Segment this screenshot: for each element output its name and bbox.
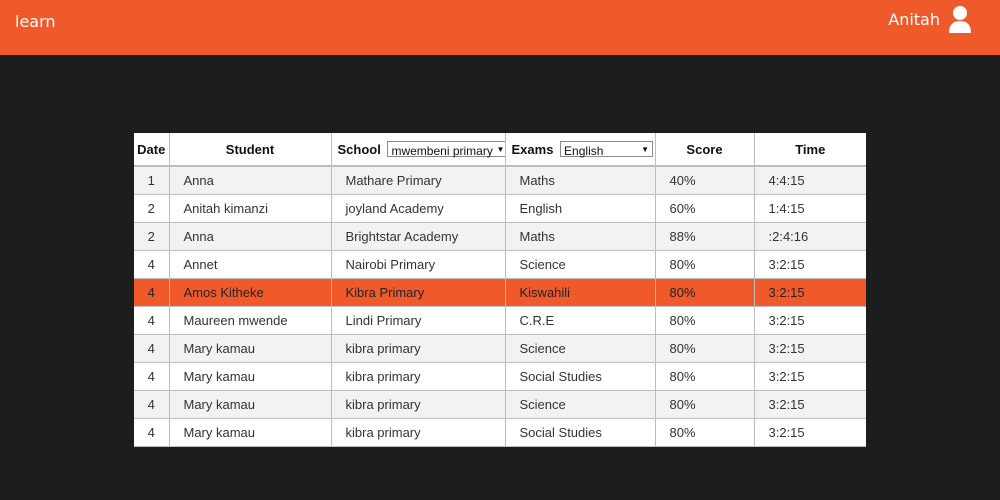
cell-score: 80% xyxy=(655,278,755,307)
cell-score: 80% xyxy=(655,250,755,279)
cell-score: 80% xyxy=(655,362,755,391)
cell-exam: Science xyxy=(505,250,656,279)
exams-column-header: Exams English ▼ xyxy=(505,133,656,167)
school-header-label: School xyxy=(337,141,381,157)
cell-time: 3:2:15 xyxy=(754,278,866,307)
cell-exam: Maths xyxy=(505,166,656,195)
cell-score: 80% xyxy=(655,418,755,447)
cell-student: Anna xyxy=(169,222,332,251)
top-navbar: learn Anitah xyxy=(0,0,1000,55)
cell-exam: Social Studies xyxy=(505,418,656,447)
cell-exam: Kiswahili xyxy=(505,278,656,307)
cell-date: 4 xyxy=(134,390,170,419)
cell-school: Nairobi Primary xyxy=(331,250,506,279)
cell-school: kibra primary xyxy=(331,390,506,419)
school-column-header: School mwembeni primary ▼ xyxy=(331,133,506,167)
cell-school: Mathare Primary xyxy=(331,166,506,195)
cell-time: 3:2:15 xyxy=(754,334,866,363)
cell-student: Anna xyxy=(169,166,332,195)
cell-school: Lindi Primary xyxy=(331,306,506,335)
cell-student: Mary kamau xyxy=(169,418,332,447)
school-filter-select[interactable]: mwembeni primary ▼ xyxy=(387,141,505,159)
results-table-container: Date Student School mwembeni primary ▼ E… xyxy=(134,133,866,447)
cell-date: 4 xyxy=(134,250,170,279)
cell-exam: Maths xyxy=(505,222,656,251)
exams-filter-select[interactable]: English ▼ xyxy=(560,141,654,159)
results-table: Date Student School mwembeni primary ▼ E… xyxy=(134,133,866,447)
cell-date: 2 xyxy=(134,222,170,251)
table-row[interactable]: 2 Anitah kimanzi joyland Academy English… xyxy=(134,194,866,223)
user-menu[interactable]: Anitah xyxy=(888,5,972,33)
cell-date: 4 xyxy=(134,418,170,447)
school-filter-value: mwembeni primary xyxy=(391,144,493,159)
cell-time: 1:4:15 xyxy=(754,194,866,223)
cell-exam: English xyxy=(505,194,656,223)
cell-score: 40% xyxy=(655,166,755,195)
table-row[interactable]: 4 Mary kamau kibra primary Science 80% 3… xyxy=(134,334,866,363)
user-icon[interactable] xyxy=(948,5,972,33)
cell-student: Mary kamau xyxy=(169,334,332,363)
table-row[interactable]: 2 Anna Brightstar Academy Maths 88% :2:4… xyxy=(134,222,866,251)
cell-date: 4 xyxy=(134,362,170,391)
table-row[interactable]: 4 Mary kamau kibra primary Social Studie… xyxy=(134,418,866,447)
table-row[interactable]: 4 Maureen mwende Lindi Primary C.R.E 80%… xyxy=(134,306,866,335)
cell-exam: Science xyxy=(505,334,656,363)
time-column-header: Time xyxy=(754,133,866,167)
cell-time: 3:2:15 xyxy=(754,362,866,391)
cell-school: Brightstar Academy xyxy=(331,222,506,251)
brand-logo[interactable]: learn xyxy=(15,12,56,31)
cell-score: 80% xyxy=(655,334,755,363)
table-row[interactable]: 4 Annet Nairobi Primary Science 80% 3:2:… xyxy=(134,250,866,279)
cell-date: 4 xyxy=(134,306,170,335)
cell-score: 80% xyxy=(655,390,755,419)
dropdown-arrow-icon: ▼ xyxy=(641,145,650,155)
cell-time: 3:2:15 xyxy=(754,390,866,419)
cell-date: 4 xyxy=(134,278,170,307)
cell-score: 88% xyxy=(655,222,755,251)
table-header-row: Date Student School mwembeni primary ▼ E… xyxy=(134,133,866,167)
cell-student: Mary kamau xyxy=(169,390,332,419)
cell-student: Mary kamau xyxy=(169,362,332,391)
user-name[interactable]: Anitah xyxy=(888,10,940,29)
table-row[interactable]: 4 Mary kamau kibra primary Science 80% 3… xyxy=(134,390,866,419)
cell-student: Amos Kitheke xyxy=(169,278,332,307)
exams-filter-value: English xyxy=(564,144,604,159)
cell-time: 4:4:15 xyxy=(754,166,866,195)
cell-time: 3:2:15 xyxy=(754,306,866,335)
cell-exam: Science xyxy=(505,390,656,419)
cell-student: Maureen mwende xyxy=(169,306,332,335)
cell-exam: Social Studies xyxy=(505,362,656,391)
table-row[interactable]: 1 Anna Mathare Primary Maths 40% 4:4:15 xyxy=(134,166,866,195)
student-column-header: Student xyxy=(169,133,332,167)
cell-school: Kibra Primary xyxy=(331,278,506,307)
score-column-header: Score xyxy=(655,133,755,167)
date-column-header: Date xyxy=(134,133,170,167)
cell-school: kibra primary xyxy=(331,362,506,391)
cell-time: :2:4:16 xyxy=(754,222,866,251)
cell-score: 80% xyxy=(655,306,755,335)
cell-exam: C.R.E xyxy=(505,306,656,335)
cell-school: kibra primary xyxy=(331,418,506,447)
cell-time: 3:2:15 xyxy=(754,250,866,279)
cell-date: 4 xyxy=(134,334,170,363)
table-row[interactable]: 4 Mary kamau kibra primary Social Studie… xyxy=(134,362,866,391)
cell-score: 60% xyxy=(655,194,755,223)
cell-school: kibra primary xyxy=(331,334,506,363)
cell-date: 2 xyxy=(134,194,170,223)
dropdown-arrow-icon: ▼ xyxy=(496,145,505,155)
cell-student: Anitah kimanzi xyxy=(169,194,332,223)
cell-date: 1 xyxy=(134,166,170,195)
cell-student: Annet xyxy=(169,250,332,279)
table-row-selected[interactable]: 4 Amos Kitheke Kibra Primary Kiswahili 8… xyxy=(134,278,866,307)
exams-header-label: Exams xyxy=(511,141,554,157)
cell-school: joyland Academy xyxy=(331,194,506,223)
cell-time: 3:2:15 xyxy=(754,418,866,447)
